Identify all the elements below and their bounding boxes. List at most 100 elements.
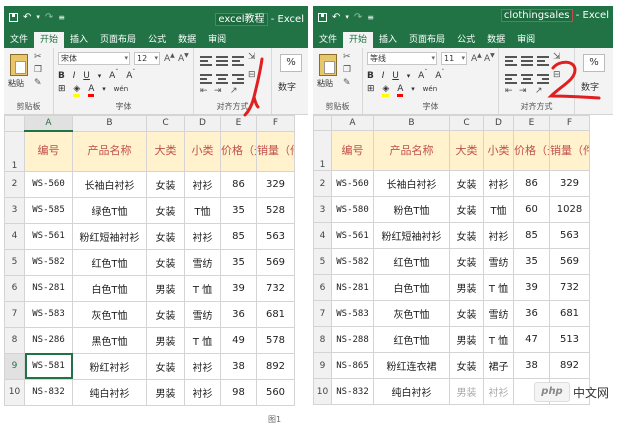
cell[interactable]: 粉色T恤 <box>373 196 450 223</box>
cell[interactable]: 男装 <box>146 274 185 302</box>
cell[interactable]: 女装 <box>449 352 484 379</box>
font-color-dropdown-icon[interactable]: ▾ <box>102 85 106 93</box>
bold-button[interactable]: B <box>58 71 65 81</box>
tab-4[interactable]: 公式 <box>142 32 172 48</box>
cell[interactable]: 粉红连衣裙 <box>373 352 450 379</box>
cell[interactable]: WS-583 <box>331 300 374 327</box>
tab-4[interactable]: 公式 <box>451 32 481 48</box>
redo-icon[interactable]: ↷ <box>354 12 362 23</box>
select-all-corner[interactable] <box>313 115 332 131</box>
cell[interactable]: 85 <box>513 222 550 249</box>
row-header[interactable]: 7 <box>313 300 332 327</box>
cell[interactable]: 60 <box>513 196 550 223</box>
row-header[interactable]: 1 <box>313 130 332 171</box>
cell[interactable]: 女装 <box>449 222 484 249</box>
paste-button[interactable]: 粘贴 <box>317 78 333 89</box>
font-color-icon[interactable]: A <box>397 84 404 97</box>
border-icon[interactable]: ⊞ <box>58 84 66 94</box>
header-cell[interactable]: 小类 <box>483 130 514 171</box>
cell[interactable]: 女装 <box>146 352 185 380</box>
tab-0[interactable]: 文件 <box>313 32 343 48</box>
row-header[interactable]: 5 <box>4 248 25 276</box>
cell[interactable]: 560 <box>256 378 295 406</box>
tab-2[interactable]: 插入 <box>64 32 94 48</box>
number-format-button[interactable]: % <box>280 54 302 72</box>
cell[interactable]: 569 <box>256 248 295 276</box>
cell[interactable]: 男装 <box>146 326 185 354</box>
cell[interactable]: 雪纺 <box>184 248 221 276</box>
cell[interactable]: 39 <box>513 274 550 301</box>
cell[interactable]: NS-832 <box>331 378 374 405</box>
cell[interactable]: WS-561 <box>24 222 73 250</box>
column-header[interactable]: D <box>184 115 221 132</box>
column-header[interactable]: F <box>549 115 590 131</box>
align-left-icon[interactable] <box>505 72 517 86</box>
align-left-icon[interactable] <box>200 72 212 86</box>
column-header[interactable]: A <box>24 115 73 132</box>
number-format-button[interactable]: % <box>583 54 605 72</box>
undo-dropdown-icon[interactable]: ▾ <box>36 13 40 21</box>
cell[interactable]: 长袖白衬衫 <box>373 170 450 197</box>
cell[interactable]: NS-288 <box>331 326 374 353</box>
header-cell[interactable]: 销量（件） <box>256 130 295 172</box>
cell[interactable]: 35 <box>513 248 550 275</box>
align-center-icon[interactable] <box>521 72 533 86</box>
cell[interactable]: 绿色T恤 <box>72 196 147 224</box>
cell[interactable]: 纯白衬衫 <box>72 378 147 406</box>
header-cell[interactable]: 编号 <box>331 130 374 171</box>
cell[interactable]: 雪纺 <box>483 300 514 327</box>
cell[interactable]: 528 <box>256 196 295 224</box>
font-size-select[interactable]: 12 ▾ <box>134 52 160 65</box>
cell[interactable]: 灰色T恤 <box>373 300 450 327</box>
underline-dropdown-icon[interactable]: ▾ <box>98 72 102 80</box>
tab-0[interactable]: 文件 <box>4 32 34 48</box>
underline-button[interactable]: U <box>83 71 90 81</box>
font-shrink-icon[interactable]: Aˇ <box>126 69 135 81</box>
cell[interactable]: 雪纺 <box>483 248 514 275</box>
row-header[interactable]: 5 <box>313 248 332 275</box>
cell[interactable]: 粉红短袖衬衫 <box>373 222 450 249</box>
align-top-icon[interactable] <box>200 54 212 68</box>
cell[interactable]: NS-281 <box>24 274 73 302</box>
phonetic-button[interactable]: wén <box>114 85 128 93</box>
cell[interactable]: 38 <box>513 352 550 379</box>
increase-indent-icon[interactable]: ⇥ <box>519 86 527 96</box>
font-shrink-icon[interactable]: Aˇ <box>435 69 444 81</box>
font-grow-icon[interactable]: Aˆ <box>109 69 118 81</box>
cell[interactable]: 35 <box>220 248 257 276</box>
copy-icon[interactable]: ❐ <box>343 65 351 75</box>
save-icon[interactable] <box>318 12 327 22</box>
cell[interactable]: WS-580 <box>331 196 374 223</box>
cell[interactable]: 578 <box>256 326 295 354</box>
cell[interactable]: 红色T恤 <box>373 326 450 353</box>
cell[interactable]: 男装 <box>449 274 484 301</box>
cell[interactable]: WS-582 <box>24 248 73 276</box>
column-header[interactable]: B <box>373 115 450 131</box>
cell[interactable]: WS-560 <box>24 170 73 198</box>
fill-color-icon[interactable]: ◈ <box>73 84 81 97</box>
cell[interactable]: NS-281 <box>331 274 374 301</box>
header-cell[interactable]: 大类 <box>146 130 185 172</box>
cell[interactable]: 732 <box>549 274 590 301</box>
underline-button[interactable]: U <box>392 71 399 81</box>
row-header[interactable]: 7 <box>4 300 25 328</box>
header-cell[interactable]: 价格（元） <box>513 130 550 171</box>
cell[interactable]: 衬衫 <box>184 378 221 406</box>
header-cell[interactable]: 小类 <box>184 130 221 172</box>
cell[interactable]: 36 <box>220 300 257 328</box>
cell[interactable]: 女装 <box>449 196 484 223</box>
row-header[interactable]: 6 <box>313 274 332 301</box>
header-cell[interactable]: 大类 <box>449 130 484 171</box>
cell[interactable]: 35 <box>220 196 257 224</box>
align-center-icon[interactable] <box>216 72 228 86</box>
header-cell[interactable]: 销量（件） <box>549 130 590 171</box>
cell[interactable]: T 恤 <box>184 326 221 354</box>
cell[interactable]: 563 <box>256 222 295 250</box>
cell[interactable]: WS-581 <box>24 352 73 380</box>
cell[interactable]: 衬衫 <box>483 378 514 405</box>
row-header[interactable]: 8 <box>4 326 25 354</box>
font-size-select[interactable]: 11 ▾ <box>441 52 467 65</box>
column-header[interactable]: A <box>331 115 374 131</box>
cell[interactable]: NS-286 <box>24 326 73 354</box>
tab-1[interactable]: 开始 <box>34 32 65 48</box>
